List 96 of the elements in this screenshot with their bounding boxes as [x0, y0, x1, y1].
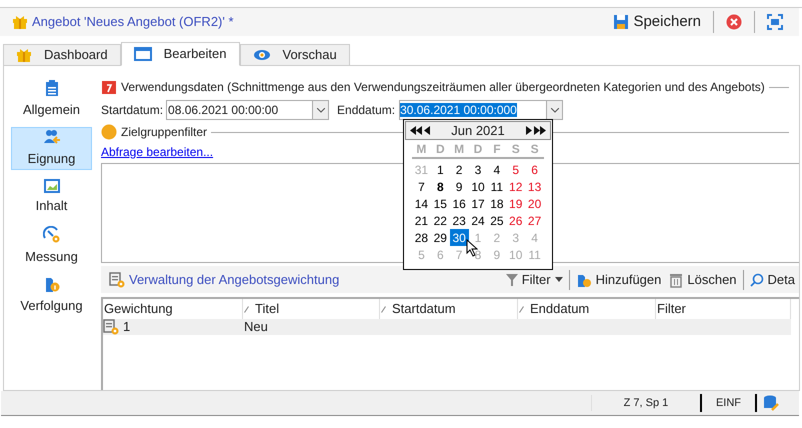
calendar-day[interactable]: 23	[450, 212, 469, 229]
toolbar-button[interactable]: Deta	[746, 270, 799, 290]
database-icon	[763, 394, 779, 412]
calendar-day[interactable]: 11	[487, 178, 506, 195]
fullscreen-icon	[767, 14, 783, 30]
start-date-field[interactable]: 08.06.2021 00:00:00	[166, 100, 330, 120]
sort-icon	[381, 306, 386, 312]
floppy-icon	[613, 14, 630, 30]
calendar-day[interactable]: 8	[430, 178, 450, 195]
calendar-day[interactable]: 2	[450, 161, 469, 178]
previous-month-button[interactable]	[424, 126, 430, 135]
edit-query-link[interactable]: Abfrage bearbeiten...	[101, 143, 214, 161]
weekday-header: M	[453, 141, 466, 158]
list-gear-icon	[109, 272, 125, 288]
right-arrow-icon	[526, 126, 532, 135]
weekday-header: S	[510, 141, 521, 158]
search-icon	[750, 272, 764, 286]
circle-icon	[101, 124, 117, 140]
calendar-day[interactable]: 7	[412, 178, 431, 195]
calendar-day[interactable]: 28	[412, 229, 431, 246]
calendar-day[interactable]: 1	[430, 161, 450, 178]
weekday-header: D	[472, 141, 484, 158]
calendar-day[interactable]: 4	[487, 161, 506, 178]
caret-icon	[554, 277, 563, 282]
gift-icon	[12, 14, 28, 30]
section-title: Zielgruppenfilter	[121, 124, 208, 141]
calendar-day[interactable]: 10	[468, 178, 488, 195]
window-title: Angebot 'Neues Angebot (OFR2)' *	[32, 13, 234, 32]
double-left-arrow-icon	[410, 126, 422, 135]
calendar-day[interactable]: 30	[450, 229, 469, 246]
calendar-day[interactable]: 29	[430, 229, 450, 246]
calendar-day[interactable]: 14	[412, 195, 431, 212]
table-cell-text: 1	[123, 318, 130, 336]
previous-year-button[interactable]	[410, 126, 422, 135]
calendar-day[interactable]: 15	[430, 195, 450, 212]
calendar-day[interactable]: 17	[468, 195, 488, 212]
toolbar-title: Verwaltung der Angebotsgewichtung	[129, 270, 340, 289]
filter-icon	[506, 272, 518, 286]
gift-icon	[16, 47, 32, 63]
calendar-day[interactable]: 20	[525, 195, 544, 212]
next-year-button[interactable]	[534, 126, 546, 135]
calendar-day[interactable]: 6	[525, 161, 544, 178]
trash-icon	[669, 272, 684, 288]
calendar-day[interactable]: 26	[506, 212, 526, 229]
calendar-day[interactable]: 9	[450, 178, 469, 195]
calendar-day[interactable]: 18	[487, 195, 506, 212]
field-label: Startdatum:	[101, 102, 164, 119]
toolbar-button[interactable]: Filter	[502, 270, 567, 290]
users-icon	[42, 128, 60, 146]
save-button[interactable]: Speichern	[609, 10, 705, 34]
month-title: Jun 2021	[450, 122, 506, 140]
next-month-button[interactable]	[526, 126, 532, 135]
calendar-day[interactable]: 13	[525, 178, 544, 195]
clipboard-icon	[44, 79, 58, 98]
sidebar-item[interactable]: Allgemein	[11, 78, 92, 121]
calendar-day[interactable]: 24	[468, 212, 488, 229]
weekday-header: D	[434, 141, 446, 158]
insert-mode: EINF	[714, 396, 742, 411]
eye-icon	[252, 49, 270, 61]
sidebar-item[interactable]: Inhalt	[11, 176, 92, 219]
tab[interactable]: Dashboard	[3, 44, 121, 66]
close-icon	[726, 14, 742, 30]
gauge-icon	[42, 226, 60, 244]
double-right-arrow-icon	[534, 126, 546, 135]
calendar-day[interactable]: 12	[506, 178, 526, 195]
sort-icon	[519, 306, 524, 312]
sidebar-item[interactable]: Eignung	[11, 127, 92, 170]
field-label: Enddatum:	[337, 102, 396, 119]
image-icon	[44, 179, 60, 194]
calendar-day[interactable]: 19	[506, 195, 526, 212]
weekday-header: F	[492, 141, 502, 158]
toolbar-button[interactable]: Hinzufügen	[572, 270, 666, 290]
table-cell-text: Neu	[243, 318, 268, 336]
document-alert-icon	[44, 275, 60, 294]
calendar-day[interactable]: 22	[430, 212, 450, 229]
left-arrow-icon	[424, 126, 430, 135]
toolbar-button[interactable]: Löschen	[665, 270, 741, 290]
window-icon	[134, 46, 152, 62]
chevron-down-icon	[550, 108, 559, 112]
calendar-day[interactable]: 27	[525, 212, 544, 229]
calendar-icon	[101, 79, 117, 95]
tab[interactable]: Bearbeiten	[120, 42, 240, 66]
row-icon	[103, 319, 119, 335]
weekday-header: S	[530, 141, 540, 158]
calendar-day[interactable]: 5	[506, 161, 526, 178]
chevron-down-icon	[316, 108, 325, 112]
section-title: Verwendungsdaten (Schnittmenge aus den Verwendungszeiträumen aller übergeordneten Kategorien und des Angebots)	[121, 79, 765, 96]
calendar-day[interactable]: 25	[487, 212, 506, 229]
tab[interactable]: Vorschau	[240, 44, 350, 66]
calendar-day[interactable]: 21	[412, 212, 431, 229]
sidebar-item[interactable]: Verfolgung	[11, 274, 92, 317]
sort-icon	[244, 306, 249, 312]
calendar-day[interactable]: 3	[468, 161, 488, 178]
weekday-header: M	[415, 141, 428, 158]
calendar-day[interactable]: 16	[450, 195, 469, 212]
sidebar-item[interactable]: Messung	[11, 225, 92, 268]
